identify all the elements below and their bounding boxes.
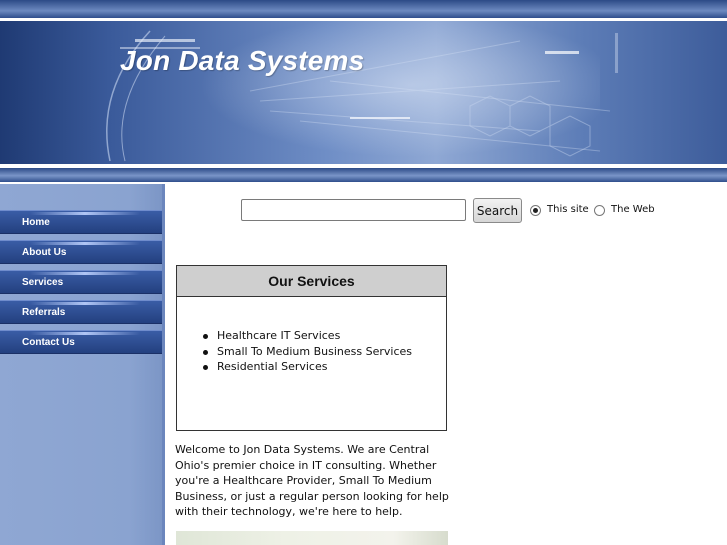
header-banner: Jon Data Systems xyxy=(0,21,727,164)
search-input[interactable] xyxy=(241,199,466,221)
content-photo xyxy=(176,531,448,545)
radio-the-web[interactable] xyxy=(594,205,605,216)
search-button[interactable]: Search xyxy=(473,198,522,223)
nav-home[interactable]: Home xyxy=(0,210,162,234)
radio-this-site-label: This site xyxy=(547,204,589,215)
site-title: Jon Data Systems xyxy=(120,45,365,76)
nav-referrals[interactable]: Referrals xyxy=(0,300,162,324)
services-box: Our Services Healthcare IT Services Smal… xyxy=(176,265,447,431)
radio-the-web-label: The Web xyxy=(611,204,655,215)
nav-contact-us[interactable]: Contact Us xyxy=(0,330,162,354)
services-heading: Our Services xyxy=(177,266,446,297)
sidebar xyxy=(0,184,162,545)
welcome-text: Welcome to Jon Data Systems. We are Cent… xyxy=(175,443,449,518)
list-item: Small To Medium Business Services xyxy=(203,344,412,358)
list-item: Healthcare IT Services xyxy=(203,328,412,344)
nav-services[interactable]: Services xyxy=(0,270,162,294)
services-list: Healthcare IT Services Small To Medium B… xyxy=(203,328,412,375)
list-item: Residential Services xyxy=(203,359,412,375)
banner-graphic xyxy=(106,21,618,164)
sidebar-edge xyxy=(162,184,165,545)
nav-about-us[interactable]: About Us xyxy=(0,240,162,264)
banner-bottom-bar xyxy=(0,168,727,182)
top-bar xyxy=(0,0,727,18)
radio-this-site[interactable] xyxy=(530,205,541,216)
